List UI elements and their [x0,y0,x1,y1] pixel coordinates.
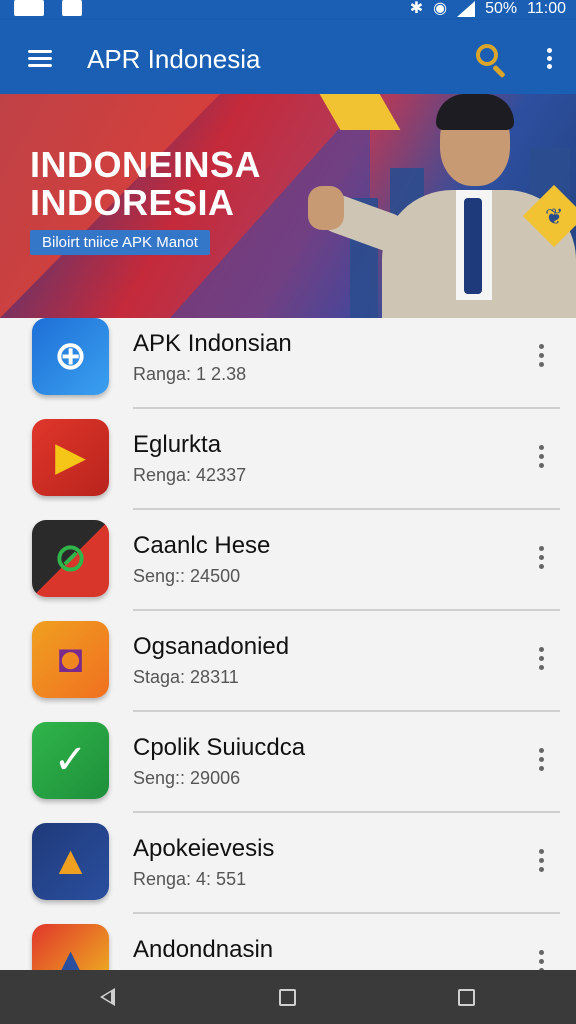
app-list: ⊕ APK Indonsian Ranga: 1 2.38 ▶ Eglurkta… [0,318,576,970]
app-bar: APR Indonesia [0,20,576,94]
divider [133,912,560,914]
more-vert-icon[interactable] [540,48,558,72]
recents-icon[interactable] [458,989,475,1006]
more-vert-icon[interactable] [532,849,550,879]
status-notification-icons [14,0,82,16]
app-rating: Seng:: 29006 [133,768,241,788]
download-icon [62,0,82,16]
list-item[interactable]: ✓ Cpolik Suiucdca Seng:: 29006 [0,722,576,823]
more-vert-icon[interactable] [532,546,550,576]
app-rating: Renga: 42337 [133,465,247,485]
app-rating: Seng:: 24500 [133,566,241,586]
app-name: Caanlc Hese [133,532,271,559]
menu-icon[interactable] [28,50,52,68]
app-name: Ogsanadonied [133,633,290,660]
more-vert-icon[interactable] [532,647,550,677]
divider [133,407,560,409]
list-item[interactable]: ◘ Ogsanadonied Staga: 28311 [0,621,576,722]
promo-banner[interactable]: INDONEINSA INDORESIA Biloirt tniice APK … [0,94,576,318]
divider [133,508,560,510]
app-rating: Ranga: 1 2.38 [133,364,247,384]
back-icon[interactable] [100,988,115,1006]
triangle-icon: ▲ [32,924,109,970]
play-icon: ▶ [32,419,109,496]
banner-cta-button[interactable]: Biloirt tniice APK Manot [30,230,210,255]
app-title: APR Indonesia [87,44,261,74]
leaf-icon: ❦ [545,204,564,229]
puzzle-icon: ⊕ [32,318,109,395]
triangle-icon: ▲ [32,823,109,900]
status-system-icons: ✱ ◉ 50% 11:00 [410,0,566,18]
divider [133,710,560,712]
more-vert-icon[interactable] [532,748,550,778]
list-item[interactable]: ⊕ APK Indonsian Ranga: 1 2.38 [0,318,576,419]
home-icon[interactable] [279,989,296,1006]
wifi-icon: ◉ [433,0,448,17]
app-name: Eglurkta [133,431,222,458]
banner-headline: INDONEINSA INDORESIA [30,146,261,222]
search-icon[interactable] [474,42,510,79]
more-vert-icon[interactable] [532,950,550,970]
more-vert-icon[interactable] [532,445,550,475]
app-name: Cpolik Suiucdca [133,734,306,761]
divider [133,609,560,611]
list-item[interactable]: ▲ Andondnasin [0,924,576,970]
system-navigation-bar [0,970,576,1024]
app-name: APK Indonsian [133,330,292,357]
battery-level: 50% [485,0,518,17]
clock: 11:00 [527,0,566,17]
camera-icon: ◘ [32,621,109,698]
more-vert-icon[interactable] [532,344,550,374]
list-item[interactable]: ▶ Eglurkta Renga: 42337 [0,419,576,520]
bluetooth-icon: ✱ [409,0,424,17]
divider [133,811,560,813]
banner-headline-line2: INDORESIA [30,182,235,223]
list-item[interactable]: ⊘ Caanlc Hese Seng:: 24500 [0,520,576,621]
connector-icon: ⊘ [32,520,109,597]
banner-headline-line1: INDONEINSA [30,144,262,185]
list-item[interactable]: ▲ Apokeievesis Renga: 4: 551 [0,823,576,924]
checkmark-icon: ✓ [32,722,109,799]
app-rating: Renga: 4: 551 [133,869,247,889]
status-bar: ✱ ◉ 50% 11:00 [0,0,576,20]
app-rating: Staga: 28311 [133,667,239,687]
app-name: Andondnasin [133,936,274,963]
image-icon [14,0,44,16]
app-name: Apokeievesis [133,835,275,862]
signal-icon [457,1,476,17]
